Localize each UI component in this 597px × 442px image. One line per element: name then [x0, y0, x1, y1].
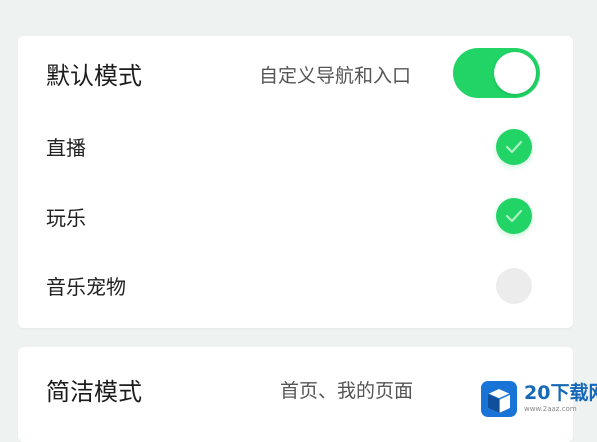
default-mode-title: 默认模式: [46, 62, 142, 90]
default-mode-description: 自定义导航和入口: [259, 65, 412, 87]
watermark-text: 20下载网: [524, 382, 597, 404]
item-label-music-pets: 音乐宠物: [46, 275, 126, 299]
toggle-knob: [494, 52, 536, 94]
watermark-subtext: www.2aaz.com: [524, 405, 577, 413]
simple-mode-description: 首页、我的页面: [280, 380, 414, 402]
list-item-music-pets[interactable]: 音乐宠物: [18, 256, 573, 328]
list-item-fun[interactable]: 玩乐: [18, 186, 573, 256]
list-item-live[interactable]: 直播: [18, 116, 573, 186]
watermark-logo-icon: [481, 381, 517, 417]
check-icon-fun[interactable]: [496, 198, 532, 234]
check-icon-live[interactable]: [496, 129, 532, 165]
check-circle-music-pets[interactable]: [496, 268, 532, 304]
item-label-fun: 玩乐: [46, 206, 86, 230]
default-mode-card: 默认模式 自定义导航和入口 直播 玩乐 音乐宠物: [18, 36, 573, 328]
item-label-live: 直播: [46, 136, 86, 160]
watermark: 20下载网 www.2aaz.com: [480, 379, 597, 419]
simple-mode-title: 简洁模式: [46, 378, 142, 406]
default-mode-header: 默认模式 自定义导航和入口: [18, 36, 573, 116]
default-mode-toggle[interactable]: [453, 48, 540, 98]
